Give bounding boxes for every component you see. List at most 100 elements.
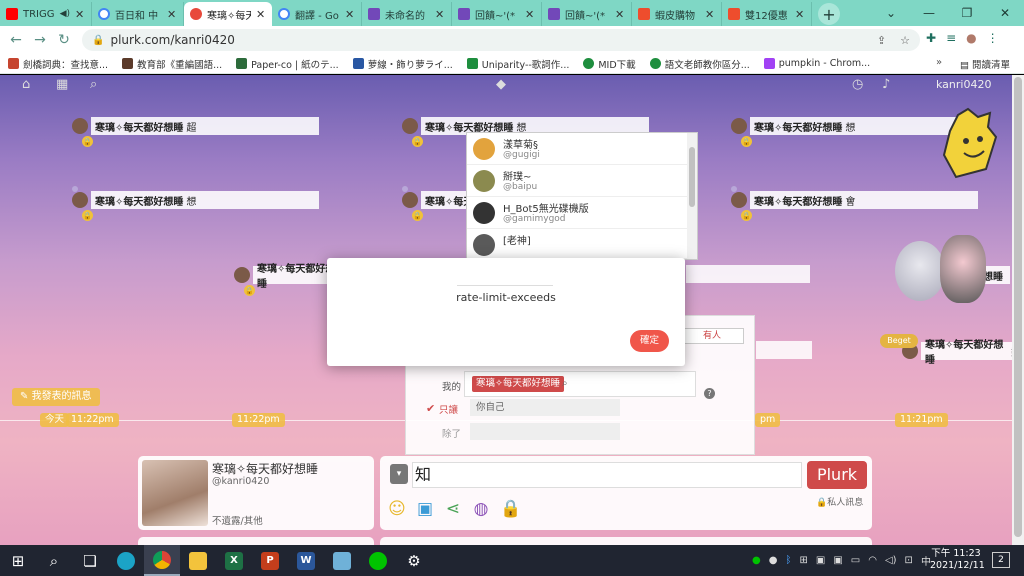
tab-search-icon[interactable]: ⌄	[872, 0, 910, 26]
plurk-bubble-partial[interactable]	[686, 265, 810, 283]
confirm-button[interactable]: 確定	[630, 330, 669, 352]
mention-item[interactable]: 掰璞~ @baipu	[467, 165, 687, 197]
home-icon[interactable]: ⌂	[22, 77, 30, 92]
privacy-recipient-tag[interactable]: 寒璃✧每天都好想睡	[472, 376, 564, 392]
checkmark-icon[interactable]: ✔	[426, 402, 435, 415]
stats-icon[interactable]: ▦	[56, 77, 68, 92]
mention-item[interactable]: 漾草菊§ @gugigi	[467, 133, 687, 165]
emoticon-icon[interactable]: ☺	[386, 498, 408, 520]
media-control-icon[interactable]: ≡	[946, 31, 956, 45]
file-explorer-icon[interactable]	[180, 545, 216, 576]
tab-form-1[interactable]: 未命名的 ✕	[362, 2, 452, 26]
tab-form-3[interactable]: 回饋~'(* ✕	[542, 2, 632, 26]
line-icon[interactable]	[360, 545, 396, 576]
close-icon[interactable]: ✕	[795, 8, 805, 21]
tab-form-2[interactable]: 回饋~'(* ✕	[452, 2, 542, 26]
line-tray-icon[interactable]: ●	[752, 555, 761, 566]
bookmark-item[interactable]: 教育部《重編國語...	[122, 57, 222, 71]
plurk-item[interactable]: 寒璃✧每天都好想睡會 🔒	[731, 190, 978, 221]
edge-icon[interactable]	[108, 545, 144, 576]
forward-icon[interactable]: →	[28, 32, 52, 48]
battery-icon[interactable]: ▭	[851, 555, 860, 566]
bookmark-item[interactable]: pumpkin - Chrom...	[763, 58, 870, 69]
restore-icon[interactable]: ❐	[948, 0, 986, 26]
close-icon[interactable]: ✕	[615, 8, 625, 21]
new-tab-button[interactable]: +	[818, 3, 840, 25]
plurk-submit-button[interactable]: Plurk	[807, 461, 867, 489]
chat-tray-icon[interactable]: ●	[769, 555, 778, 566]
plurk-input[interactable]: 知	[412, 462, 802, 488]
anonymous-mask-icon[interactable]: ◍	[470, 498, 492, 520]
close-window-icon[interactable]: ✕	[986, 0, 1024, 26]
system-clock[interactable]: 下午 11:23 2021/12/11	[930, 548, 985, 572]
image-upload-icon[interactable]: ▣	[414, 498, 436, 520]
windows-start-icon[interactable]: ⊞	[0, 545, 36, 576]
lock-icon[interactable]: 🔒	[92, 35, 104, 46]
privacy-select[interactable]: 有人	[682, 328, 744, 344]
scrollbar-thumb[interactable]	[1014, 77, 1022, 537]
tab-shopee-1[interactable]: 蝦皮購物 ✕	[632, 2, 722, 26]
search-icon[interactable]: ⌕	[562, 378, 568, 389]
private-message-label[interactable]: 🔒私人訊息	[816, 495, 863, 508]
profile-name[interactable]: 寒璃✧每天都好想睡	[212, 460, 318, 477]
powerpoint-icon[interactable]: P	[252, 545, 288, 576]
search-icon[interactable]: ⌕	[36, 545, 72, 576]
tab-youtube[interactable]: TRIGG ◀) ✕	[0, 2, 92, 26]
bookmark-item[interactable]: Paper-co | 紙のテ...	[236, 57, 339, 71]
close-icon[interactable]: ✕	[435, 8, 445, 21]
mention-scrollbar[interactable]	[687, 133, 697, 259]
bookmarks-overflow-icon[interactable]: »	[936, 57, 942, 68]
close-icon[interactable]: ✕	[705, 8, 715, 21]
omnibox[interactable]: 🔒 plurk.com/kanri0420 ⇪ ☆	[82, 29, 920, 51]
close-icon[interactable]: ✕	[525, 8, 535, 21]
qualifier-dropdown[interactable]: ▾	[390, 464, 408, 484]
plurk-item[interactable]: 寒璃✧每天都好想睡想 🔒	[72, 190, 319, 221]
minimize-icon[interactable]: —	[910, 0, 948, 26]
plurk-bubble-partial[interactable]	[756, 341, 812, 359]
profile-avatar[interactable]	[142, 460, 208, 526]
share-icon[interactable]: ⇪	[877, 34, 886, 47]
task-view-icon[interactable]: ❏	[72, 545, 108, 576]
page-scrollbar[interactable]	[1012, 75, 1024, 545]
help-icon[interactable]: ?	[704, 388, 715, 399]
ime-mode-icon[interactable]: ⊡	[905, 555, 913, 566]
search-icon[interactable]: ⌕	[90, 77, 97, 92]
mention-item[interactable]: [老神]	[467, 229, 687, 259]
menu-kebab-icon[interactable]: ⋮	[987, 31, 999, 45]
bookmark-item[interactable]: Uniparity--歌詞作...	[466, 57, 569, 71]
tab-translate[interactable]: 翻譯 - Go ✕	[272, 2, 362, 26]
profile-avatar-icon[interactable]: ●	[966, 31, 976, 45]
reload-icon[interactable]: ↻	[52, 32, 76, 48]
bookmark-item[interactable]: 萝線・飾り萝ライ...	[352, 57, 453, 71]
notepad-icon[interactable]	[324, 545, 360, 576]
plurk-item[interactable]: 寒璃✧每天都好想睡超 🔒	[72, 116, 319, 147]
bell-icon[interactable]: ♪	[882, 77, 890, 92]
mention-item[interactable]: H_Bot5無光碟機版 @gamimygod	[467, 197, 687, 229]
app-tray-icon[interactable]: ▣	[833, 555, 842, 566]
my-plurks-button[interactable]: ✎ 我發表的訊息	[12, 388, 100, 406]
app-tray-icon[interactable]: ▣	[816, 555, 825, 566]
url-text[interactable]: plurk.com/kanri0420	[110, 33, 862, 47]
reading-list[interactable]: ▤ 閱讀清單	[960, 57, 1010, 71]
share-link-icon[interactable]: ⋖	[442, 498, 464, 520]
close-icon[interactable]: ✕	[256, 8, 266, 21]
network-tray-icon[interactable]: ⊞	[799, 555, 807, 566]
scrollbar-thumb[interactable]	[689, 147, 695, 207]
mute-icon[interactable]: ◀)	[60, 9, 70, 19]
volume-icon[interactable]: ◁)	[885, 555, 897, 566]
tab-shopee-2[interactable]: 雙12優惠 ✕	[722, 2, 812, 26]
bookmark-item[interactable]: 語文老師教你區分...	[649, 57, 750, 71]
privacy-lock-icon[interactable]: 🔒	[500, 498, 522, 520]
close-icon[interactable]: ✕	[345, 8, 355, 21]
notification-center-icon[interactable]: 2	[992, 552, 1010, 568]
bluetooth-icon[interactable]: ᛒ	[785, 555, 791, 566]
tab-plurk-active[interactable]: 寒璃✧每天 ✕	[184, 2, 272, 26]
bookmark-star-icon[interactable]: ☆	[900, 34, 910, 47]
extensions-puzzle-icon[interactable]: ✚	[926, 31, 936, 45]
wifi-icon[interactable]: ◠	[868, 555, 877, 566]
privacy-only-field[interactable]: 你自己	[470, 399, 620, 416]
plurk-item[interactable]: 寒璃✧每天都好想睡剩	[902, 340, 1012, 366]
close-icon[interactable]: ✕	[75, 8, 85, 21]
bookmark-item[interactable]: MID下載	[583, 57, 636, 71]
nav-username[interactable]: kanri0420	[936, 78, 991, 91]
